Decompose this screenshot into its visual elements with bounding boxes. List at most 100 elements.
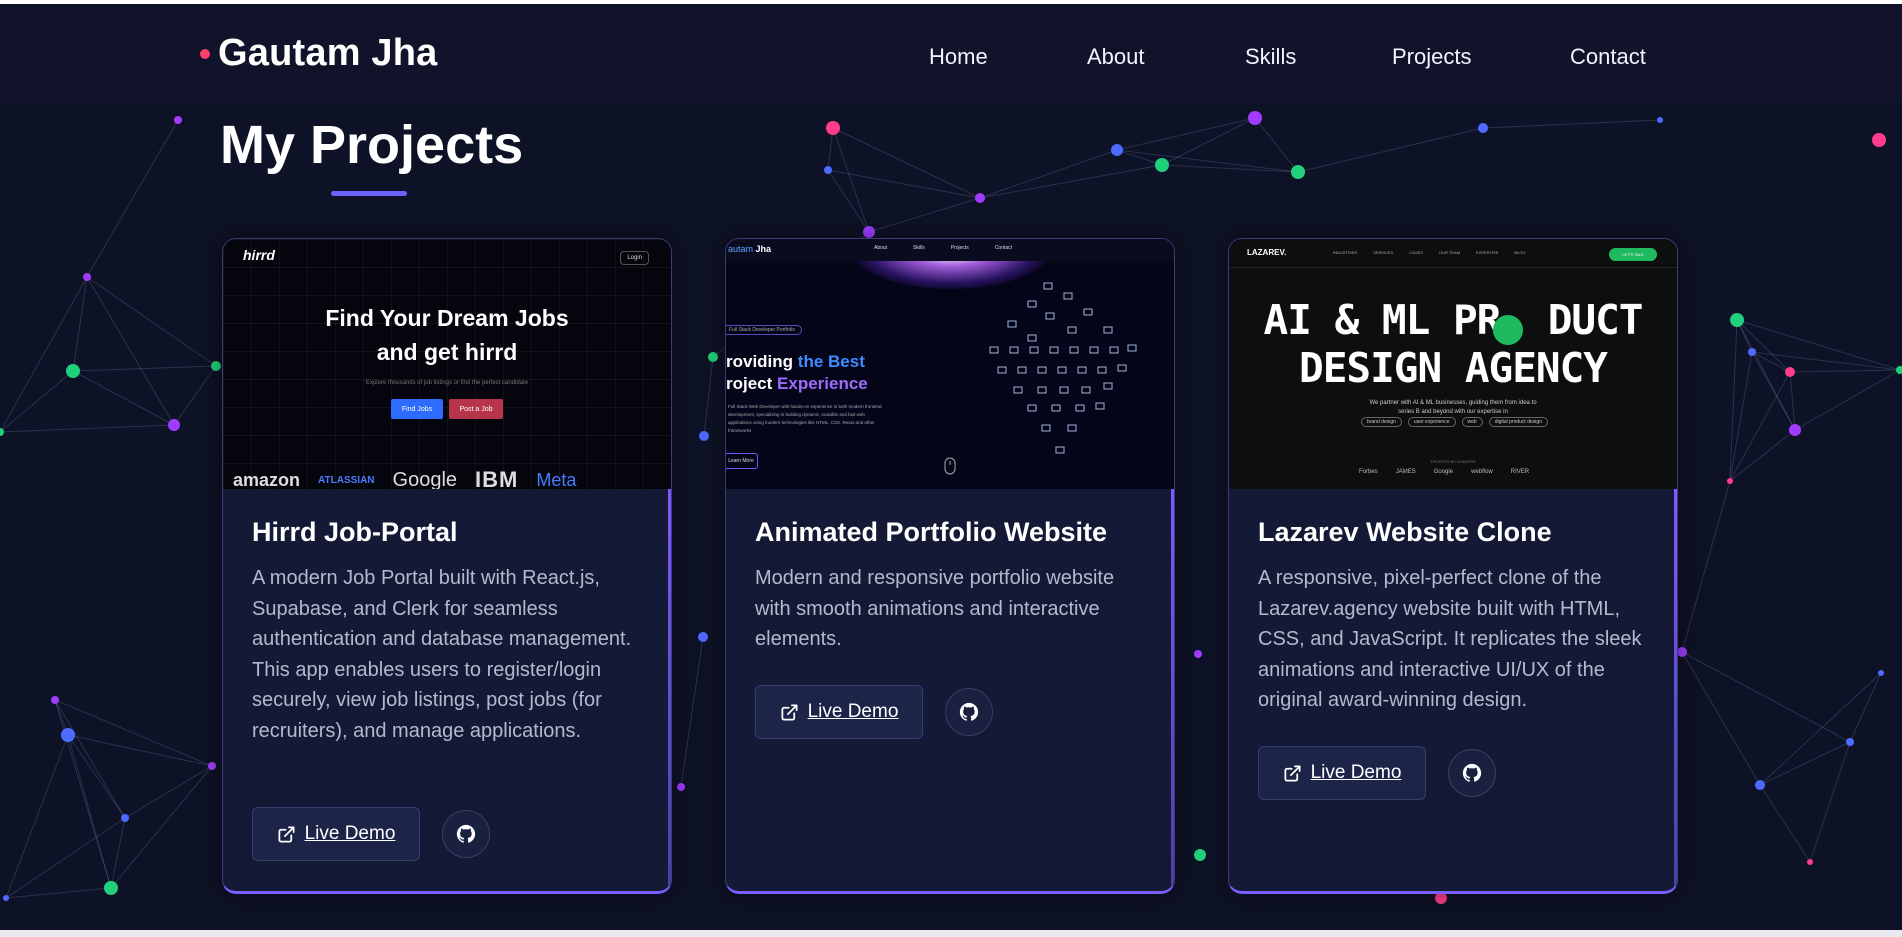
thumbnail-link: About [874,245,888,251]
nav-home[interactable]: Home [929,44,988,70]
project-thumbnail: LAZAREV. INDUSTRIES SERVICES CASES OUR T… [1229,239,1677,489]
thumbnail-tag: brand design [1361,417,1402,427]
nav-contact[interactable]: Contact [1570,44,1646,70]
thumbnail-h2a: roject [726,374,778,393]
thumbnail-brands: Forbes JAMES Google webflow RIVER [1359,469,1529,475]
thumbnail-cta: LET'S TALK [1609,248,1657,261]
thumbnail-pill: Full Stack Developer Portfolio [726,325,802,335]
network-link [1809,741,1851,863]
network-node [1896,366,1902,374]
network-node [1846,738,1854,746]
network-link [1681,651,1851,743]
thumbnail-headline: roviding the Best roject Experience [726,351,868,395]
network-node [1748,348,1756,356]
brand-logo[interactable]: Gautam Jha [200,32,438,75]
project-card-portfolio: autam Jha About Skills Projects Contact … [725,238,1175,894]
network-link [1116,117,1256,151]
network-link [1751,351,1901,371]
network-node [1878,670,1884,676]
project-title: Hirrd Job-Portal [252,517,458,547]
network-link [979,164,1163,199]
network-link [67,734,126,819]
title-underline [331,191,407,196]
network-link [1736,319,1901,371]
live-demo-button[interactable]: Live Demo [252,807,420,861]
project-description: Modern and responsive portfolio website … [755,567,1115,650]
network-link [1254,117,1299,173]
network-link [54,699,213,767]
project-card-lazarev: LAZAREV. INDUSTRIES SERVICES CASES OUR T… [1228,238,1678,894]
network-link [124,765,213,819]
network-link [72,276,88,372]
thumbnail-headline: AI & ML PR DUCT DESIGN AGENCY [1229,296,1677,392]
project-title: Lazarev Website Clone [1258,517,1552,547]
thumbnail-link: OUR TEAM [1438,250,1460,255]
network-node [83,273,91,281]
network-link [0,370,74,433]
thumbnail-headline-2: DESIGN AGENCY [1299,344,1608,392]
network-node [1730,313,1744,327]
thumbnail-link: CASES [1409,250,1423,255]
network-link [67,734,213,767]
network-link [173,365,217,426]
thumbnail-link: EXPERTISE [1476,250,1499,255]
network-link [1297,127,1484,173]
network-node [975,193,985,203]
thumbnail-h1b: the Best [797,352,865,371]
section-title: My Projects [220,115,524,175]
network-node [1785,367,1795,377]
thumbnail-logo-b: Jha [753,244,772,254]
brand-google: Google [392,468,458,490]
network-link [680,636,704,788]
network-link [1759,741,1851,786]
github-button[interactable] [442,810,490,858]
network-node [168,419,180,431]
network-node [677,783,685,791]
thumbnail-nav: LAZAREV. INDUSTRIES SERVICES CASES OUR T… [1229,239,1677,268]
brand-ibm: IBM [475,467,519,489]
thumbnail-h2b: Experience [777,374,868,393]
thumbnail-tags: brand design user experience web digital… [1361,417,1548,427]
network-link [0,424,175,433]
github-button[interactable] [945,688,993,736]
live-demo-button[interactable]: Live Demo [1258,746,1426,800]
network-link [86,276,175,426]
network-node [51,696,59,704]
live-demo-label: Live Demo [807,701,899,722]
network-node [1194,849,1206,861]
network-node [708,352,718,362]
network-link [1482,119,1661,129]
network-link [5,734,69,899]
thumbnail-link: Contact [994,245,1013,251]
thumbnail-link: Projects [950,245,969,251]
logo-dot [200,48,210,59]
network-link [72,365,217,372]
network-link [0,276,88,433]
network-node [1111,144,1123,156]
network-node [1807,859,1813,865]
network-node [699,431,709,441]
thumbnail-sub: We partner with AI & ML businesses, guid… [1229,399,1677,417]
nav-skills[interactable]: Skills [1245,44,1296,70]
external-link-icon [278,826,295,842]
network-link [54,699,126,819]
live-demo-button[interactable]: Live Demo [755,685,923,739]
nav-projects[interactable]: Projects [1392,44,1471,70]
external-link-icon [781,704,798,720]
network-link [1794,369,1901,431]
thumbnail-headline-1: Find Your Dream Jobs [325,305,569,331]
network-link [1759,672,1882,786]
thumbnail-button: Learn More [726,453,758,469]
thumbnail-trusted: TRUSTED BY LEADERS [1430,459,1476,464]
network-link [1789,369,1901,373]
network-node [1872,133,1886,147]
network-link [1681,651,1761,786]
github-button[interactable] [1448,749,1496,797]
github-icon [959,702,979,721]
thumbnail-green-dot [1493,315,1523,345]
network-node [66,364,80,378]
network-node [3,895,9,901]
nav-about[interactable]: About [1087,44,1145,70]
thumbnail-link: Skills [913,245,925,251]
thumbnail-brand: JAMES [1395,469,1416,475]
